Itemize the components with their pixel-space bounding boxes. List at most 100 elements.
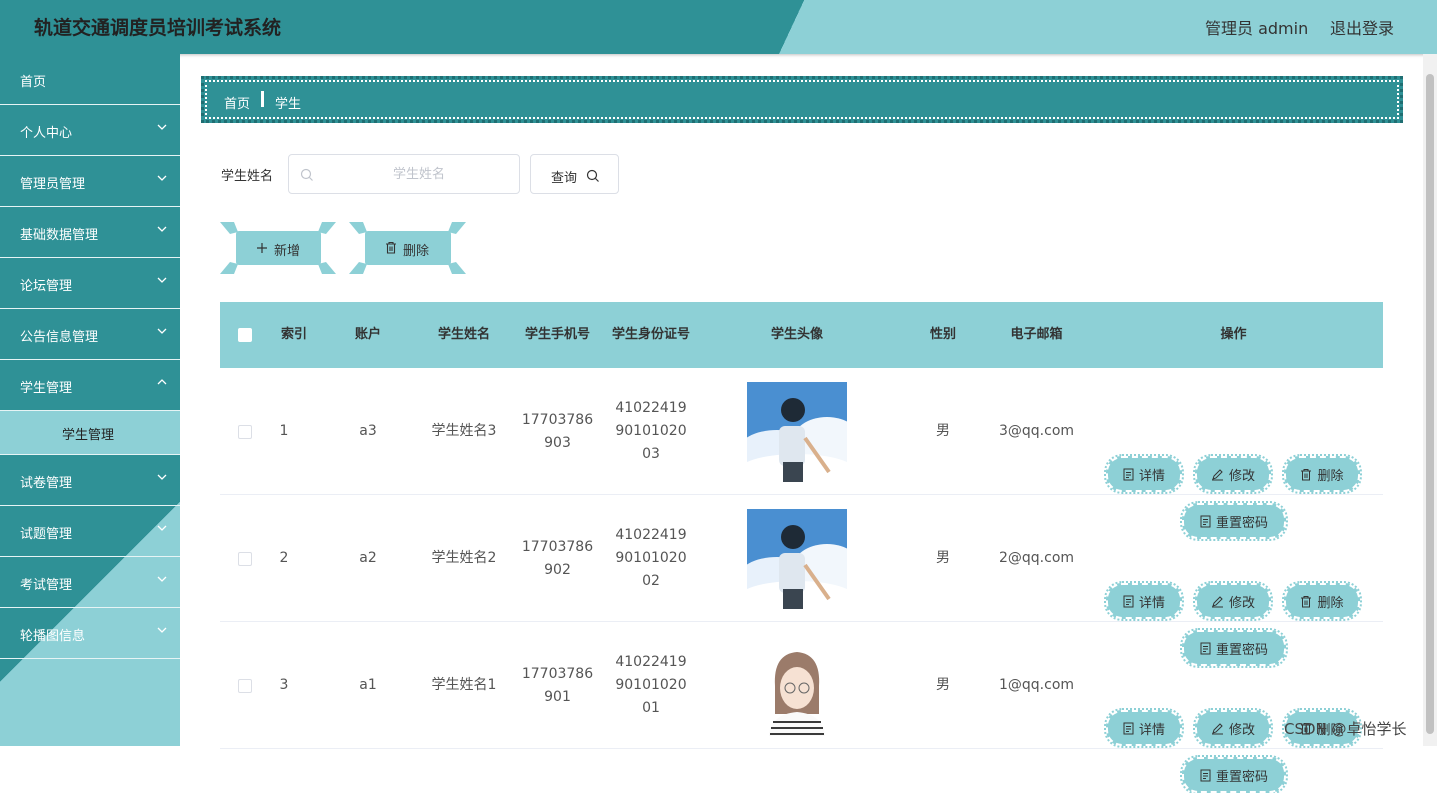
column-header: 性别: [929, 327, 956, 342]
sidebar-item-basic-data[interactable]: 基础数据管理: [0, 207, 180, 258]
id-card-line: 41022419: [615, 527, 687, 543]
edit-button[interactable]: 修改: [1193, 454, 1273, 494]
phone-cell: 17703786 901: [510, 622, 605, 749]
chevron-up-icon: [156, 376, 168, 388]
phone-line: 901: [544, 688, 571, 705]
document-icon: [1200, 769, 1211, 781]
edit-button[interactable]: 修改: [1193, 581, 1273, 621]
top-header: 轨道交通调度员培训考试系统 管理员 admin 退出登录: [0, 0, 1437, 54]
chevron-down-icon: [156, 172, 168, 184]
sidebar-item-label: 论坛管理: [20, 279, 73, 294]
phone-line: 17703786: [521, 665, 594, 682]
name-cell: 学生姓名2: [431, 550, 497, 566]
table-row: 3 a1 学生姓名1 17703786 901 41022419 9010102…: [220, 622, 1383, 793]
row-select-cell: [220, 622, 270, 749]
search-icon: [586, 168, 600, 187]
column-header: 学生头像: [770, 327, 823, 342]
id-card-cell: 41022419 90101020 03: [605, 368, 697, 495]
document-icon: [1123, 595, 1134, 607]
select-all-cell: [220, 302, 270, 368]
phone-cell: 17703786 903: [510, 368, 605, 495]
search-input-wrapper: [288, 154, 520, 194]
sidebar-subitem-label: 学生管理: [62, 428, 115, 443]
delete-button[interactable]: 删除: [1282, 581, 1362, 621]
page-scrollbar[interactable]: [1423, 54, 1437, 746]
column-header: 学生姓名: [437, 327, 490, 342]
gender-cell: 男: [936, 550, 950, 566]
scrollbar-thumb[interactable]: [1426, 74, 1434, 734]
admin-user-label: 管理员 admin: [1205, 19, 1309, 38]
sidebar-item-forum[interactable]: 论坛管理: [0, 258, 180, 309]
avatar-cell: [697, 622, 897, 749]
batch-delete-button[interactable]: 删除: [365, 231, 451, 265]
phone-line: 17703786: [521, 538, 594, 555]
sidebar-item-label: 基础数据管理: [20, 228, 99, 243]
breadcrumb-separator: [261, 91, 264, 107]
breadcrumb: 首页 学生: [201, 76, 1403, 123]
sidebar-item-carousel[interactable]: 轮播图信息: [0, 608, 180, 659]
detail-button[interactable]: 详情: [1104, 454, 1184, 494]
sidebar-item-student-management[interactable]: 学生管理: [0, 360, 180, 411]
chevron-down-icon: [156, 325, 168, 337]
chevron-down-icon: [156, 223, 168, 235]
row-checkbox[interactable]: [238, 678, 252, 693]
delete-button-label: 删除: [1317, 468, 1344, 484]
sidebar-item-announcement[interactable]: 公告信息管理: [0, 309, 180, 360]
edit-icon: [1211, 468, 1223, 480]
email-cell: 1@qq.com: [998, 677, 1075, 693]
detail-button-label: 详情: [1138, 468, 1165, 484]
chevron-down-icon: [156, 274, 168, 286]
row-checkbox[interactable]: [238, 424, 252, 439]
account-cell: a1: [359, 677, 377, 693]
phone-line: 903: [544, 434, 571, 451]
logout-link[interactable]: 退出登录: [1330, 15, 1394, 39]
reset-password-button[interactable]: 重置密码: [1180, 755, 1288, 793]
add-button[interactable]: 新增: [236, 231, 321, 265]
add-button-label: 新增: [274, 244, 301, 259]
trash-icon: [1301, 468, 1312, 480]
detail-button[interactable]: 详情: [1104, 581, 1184, 621]
column-header: 学生手机号: [524, 327, 590, 342]
edit-button-label: 修改: [1228, 468, 1255, 484]
sidebar-item-question[interactable]: 试题管理: [0, 506, 180, 557]
column-header: 操作: [1220, 327, 1247, 342]
sidebar-subitem-student-management[interactable]: 学生管理: [0, 411, 180, 455]
sidebar-item-home[interactable]: 首页: [0, 54, 180, 105]
column-header: 账户: [354, 327, 381, 342]
gender-cell: 男: [936, 677, 950, 693]
breadcrumb-home-link[interactable]: 首页: [224, 93, 250, 112]
gender-cell: 男: [936, 423, 950, 439]
email-cell: 3@qq.com: [998, 423, 1075, 439]
document-icon: [1123, 468, 1134, 480]
column-header: 学生身份证号: [611, 327, 690, 342]
student-name-search-input[interactable]: [319, 155, 519, 193]
watermark-text: CSDN @卓怡学长: [1284, 720, 1407, 738]
edit-icon: [1211, 595, 1223, 607]
query-button[interactable]: 查询: [530, 154, 619, 194]
edit-button[interactable]: 修改: [1193, 708, 1273, 748]
delete-button[interactable]: 删除: [1282, 454, 1362, 494]
chevron-down-icon: [156, 624, 168, 636]
student-avatar-image: [747, 635, 847, 736]
sidebar-item-exam-management[interactable]: 考试管理: [0, 557, 180, 608]
id-card-line: 90101020: [615, 550, 687, 566]
sidebar-item-personal-center[interactable]: 个人中心: [0, 105, 180, 156]
detail-button-label: 详情: [1138, 722, 1165, 738]
id-card-line: 02: [642, 573, 660, 589]
detail-button[interactable]: 详情: [1104, 708, 1184, 748]
document-icon: [1123, 722, 1134, 734]
batch-delete-button-label: 删除: [403, 244, 430, 259]
select-all-checkbox[interactable]: [238, 328, 252, 342]
id-card-line: 41022419: [615, 654, 687, 670]
row-checkbox[interactable]: [238, 551, 252, 566]
edit-button-label: 修改: [1228, 595, 1255, 611]
sidebar-item-exam-paper[interactable]: 试卷管理: [0, 455, 180, 506]
id-card-line: 03: [642, 446, 660, 462]
column-header: 电子邮箱: [1010, 327, 1063, 342]
id-card-cell: 41022419 90101020 01: [605, 622, 697, 749]
chevron-down-icon: [156, 573, 168, 585]
name-cell: 学生姓名1: [431, 677, 497, 693]
search-label: 学生姓名: [221, 169, 274, 184]
search-icon: [300, 167, 314, 186]
sidebar-item-admin-management[interactable]: 管理员管理: [0, 156, 180, 207]
